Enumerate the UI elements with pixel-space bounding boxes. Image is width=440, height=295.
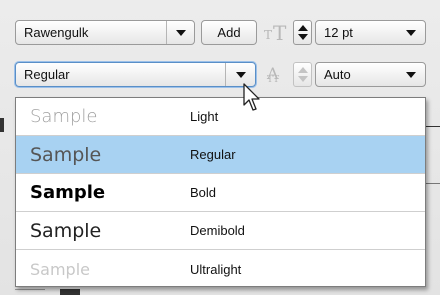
- increase-icon: [297, 25, 308, 31]
- font-size-stepper[interactable]: [293, 20, 312, 45]
- font-toolbar-panel: Rawengulk Add T T 12 pt Regular A TT Aut…: [0, 0, 440, 295]
- add-font-button[interactable]: Add: [201, 20, 257, 45]
- weight-label: Light: [190, 109, 219, 124]
- sample-preview: Sample: [30, 143, 102, 166]
- line-spacing-icon: A TT: [267, 64, 280, 85]
- background-fragment: [426, 183, 440, 184]
- weight-label: Demibold: [190, 223, 245, 238]
- weight-label: Bold: [190, 185, 217, 200]
- font-style-dropdown[interactable]: Regular: [15, 62, 256, 87]
- menu-item-ultralight[interactable]: Sample Ultralight: [16, 250, 425, 288]
- decrease-icon: [297, 34, 308, 40]
- line-spacing-stepper[interactable]: [293, 62, 312, 87]
- decrease-icon: [297, 76, 308, 82]
- line-spacing-value: Auto: [324, 67, 351, 82]
- menu-item-light[interactable]: Sample Light: [16, 98, 425, 136]
- font-family-value: Rawengulk: [24, 25, 89, 40]
- font-style-menu: Sample Light Sample Regular Sample Bold …: [15, 97, 426, 287]
- chevron-down-icon: [166, 21, 194, 44]
- sample-preview: Sample: [30, 219, 102, 242]
- background-fragment: [60, 289, 80, 295]
- background-fragment: [426, 126, 440, 127]
- font-family-dropdown[interactable]: Rawengulk: [15, 20, 195, 45]
- weight-label: Ultralight: [190, 261, 242, 277]
- menu-item-regular[interactable]: Sample Regular: [16, 136, 425, 174]
- chevron-down-icon: [397, 63, 425, 86]
- background-fragment: [15, 289, 45, 290]
- background-fragment: [0, 118, 4, 132]
- font-size-value: 12 pt: [324, 25, 353, 40]
- menu-item-bold[interactable]: Sample Bold: [16, 174, 425, 212]
- sample-preview: Sample: [30, 106, 98, 127]
- increase-icon: [297, 67, 308, 73]
- menu-item-demibold[interactable]: Sample Demibold: [16, 212, 425, 250]
- font-style-value: Regular: [24, 67, 70, 82]
- text-size-icon: T T: [264, 21, 287, 45]
- sample-preview: Sample: [30, 182, 106, 203]
- weight-label: Regular: [190, 147, 236, 162]
- line-spacing-dropdown[interactable]: Auto: [315, 62, 426, 87]
- sample-preview: Sample: [30, 259, 90, 279]
- chevron-down-icon: [397, 21, 425, 44]
- mouse-cursor-icon: [243, 83, 260, 111]
- font-size-dropdown[interactable]: 12 pt: [315, 20, 426, 45]
